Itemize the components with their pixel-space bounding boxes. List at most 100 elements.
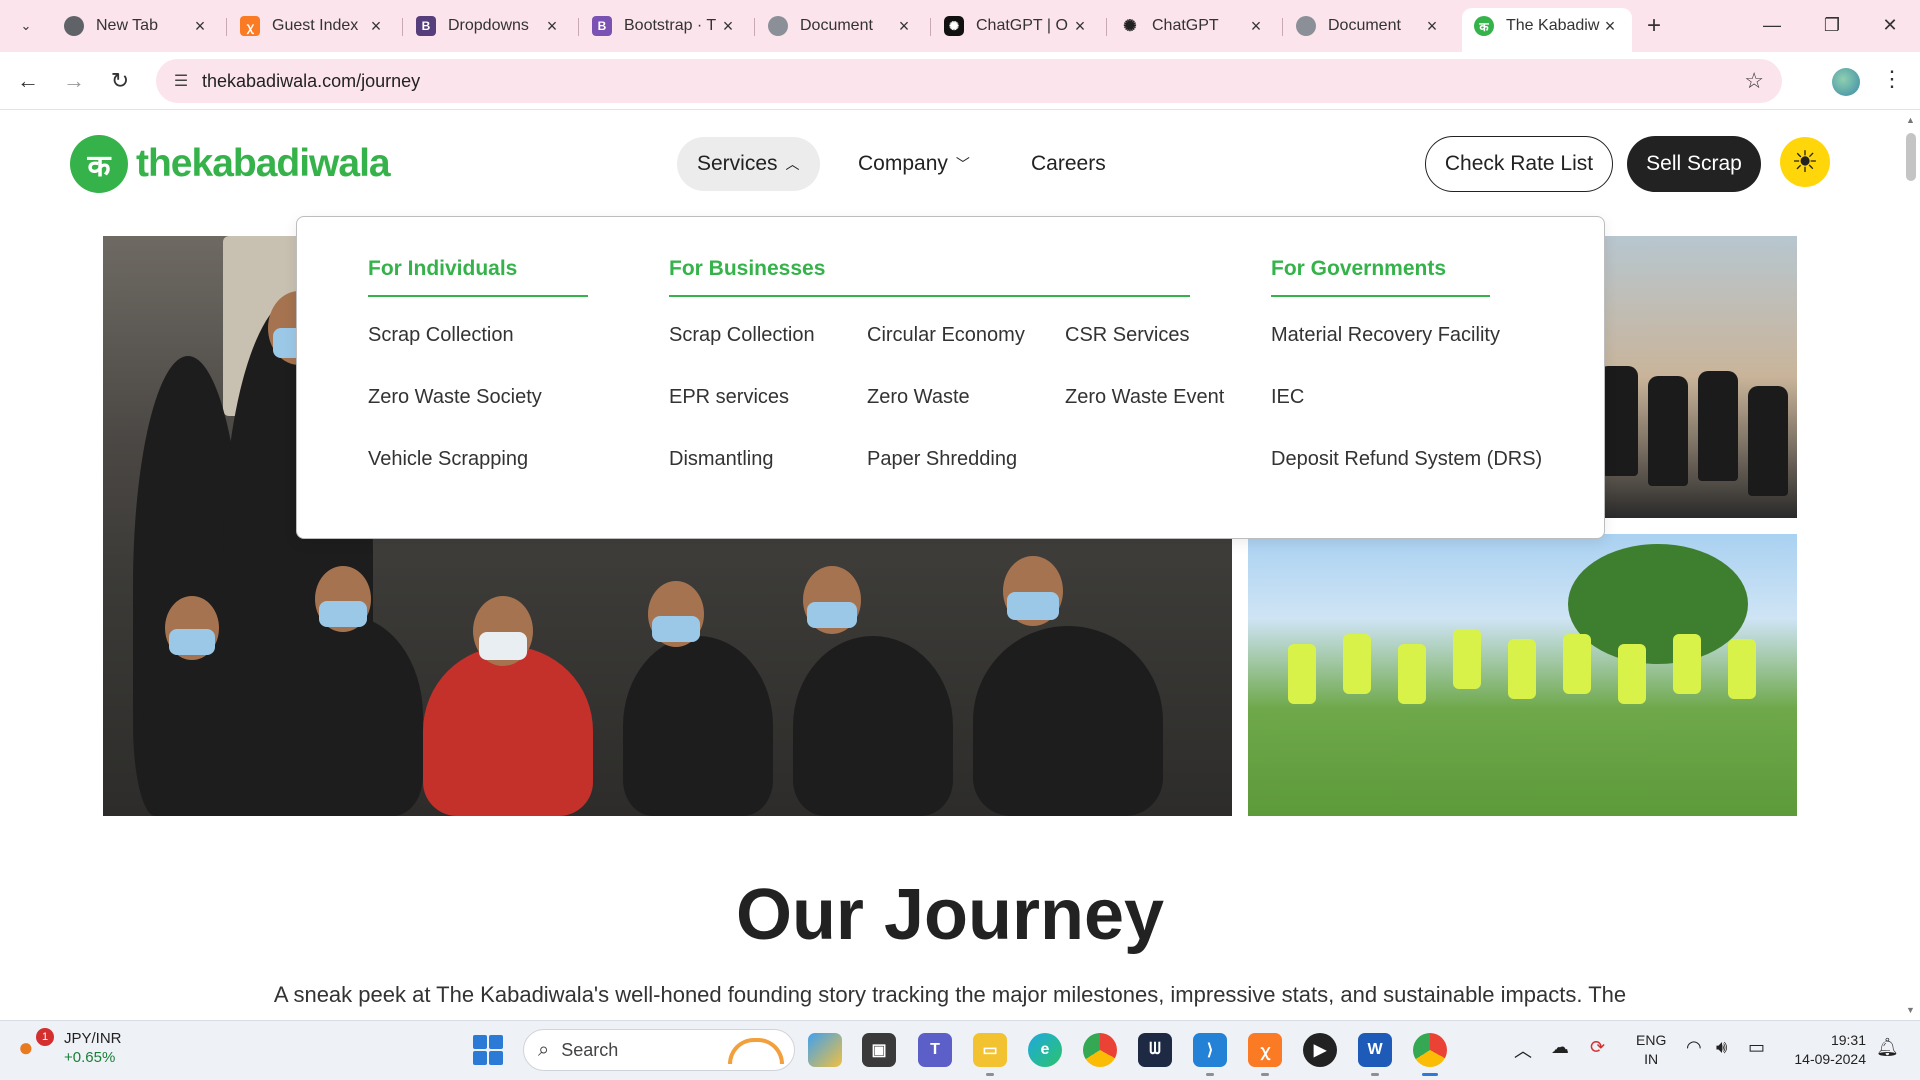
tab-document[interactable]: Document × [756,8,926,44]
chatgpt-icon: ✺ [944,16,964,36]
close-icon[interactable]: × [190,16,210,37]
sync-icon[interactable]: ⟳ [1590,1037,1605,1058]
tab-search-button[interactable]: ⌄ [12,12,40,40]
tab-guest-index[interactable]: ꭓ Guest Index × [228,8,398,44]
scroll-up-arrow-icon[interactable]: ▲ [1906,115,1915,125]
tab-separator [754,18,755,36]
language-indicator[interactable]: ENG IN [1636,1031,1666,1069]
vest-shape [1398,644,1426,704]
mask-shape [1007,592,1059,620]
battery-icon[interactable]: ▭ [1748,1037,1765,1058]
menu-item[interactable]: CSR Services [1065,324,1189,347]
nav-company-label: Company [858,152,948,175]
close-icon[interactable]: × [1070,16,1090,37]
close-window-button[interactable]: ✕ [1872,10,1908,40]
tab-chatgpt[interactable]: ✺ ChatGPT × [1108,8,1278,44]
edge-icon[interactable]: e [1028,1033,1062,1067]
bookmark-star-icon[interactable]: ☆ [1744,68,1764,94]
nav-services[interactable]: Services ︿ [677,137,820,191]
menu-item[interactable]: Zero Waste Event [1065,386,1224,409]
tab-document-2[interactable]: Document × [1284,8,1454,44]
mask-shape [169,629,215,655]
close-icon[interactable]: × [894,16,914,37]
menu-item[interactable]: Material Recovery Facility [1271,324,1500,347]
back-button[interactable]: ← [12,65,44,97]
new-tab-button[interactable]: + [1640,12,1668,40]
menu-item[interactable]: Vehicle Scrapping [368,448,528,471]
close-icon[interactable]: × [1246,16,1266,37]
menu-item[interactable]: EPR services [669,386,789,409]
media-player-icon[interactable]: ▶ [1303,1033,1337,1067]
browser-menu-button[interactable]: ⋮ [1880,66,1904,98]
start-button[interactable] [473,1035,503,1065]
menu-item[interactable]: Zero Waste Society [368,386,542,409]
tab-dropdowns[interactable]: B Dropdowns × [404,8,574,44]
forward-button[interactable]: → [58,65,90,97]
xampp-icon[interactable]: ꭓ [1248,1033,1282,1076]
chrome-active-icon[interactable] [1413,1033,1447,1076]
nav-careers[interactable]: Careers [1011,137,1126,191]
taskbar-search[interactable]: ⌕ Search [523,1029,795,1071]
vest-shape [1288,644,1316,704]
scroll-down-arrow-icon[interactable]: ▼ [1906,1005,1915,1015]
file-explorer-icon[interactable]: ▭ [973,1033,1007,1076]
menu-item[interactable]: Zero Waste [867,386,970,409]
menu-item[interactable]: Circular Economy [867,324,1025,347]
globe-icon [1296,16,1316,36]
windows-logo-icon-part [489,1035,503,1049]
teams-icon[interactable]: T [918,1033,952,1067]
sun-icon: ☀ [1791,145,1819,179]
mask-shape [479,632,527,660]
menu-item[interactable]: IEC [1271,386,1304,409]
menu-item[interactable]: Scrap Collection [669,324,815,347]
vscode-icon[interactable]: ⟩ [1193,1033,1227,1076]
close-icon[interactable]: × [366,16,386,37]
reload-button[interactable]: ↻ [104,65,136,97]
close-icon[interactable]: × [718,16,738,37]
for-businesses-heading: For Businesses [669,257,1190,297]
tab-chatgpt-o[interactable]: ✺ ChatGPT | O × [932,8,1102,44]
onedrive-offline-icon[interactable]: ☁ [1551,1037,1569,1058]
menu-item[interactable]: Deposit Refund System (DRS) [1271,448,1542,471]
profile-avatar[interactable] [1832,68,1860,96]
page-scrollbar[interactable]: ▲ ▼ [1902,111,1920,1019]
tab-kabadiwala[interactable]: क The Kabadiw × [1462,8,1632,52]
region-code: IN [1644,1051,1659,1067]
chrome-icon[interactable] [1083,1033,1117,1067]
word-icon[interactable]: W [1358,1033,1392,1076]
widgets-button[interactable]: ● 1 JPY/INR +0.65% [18,1028,122,1067]
app-icon[interactable]: ᗯ [1138,1033,1172,1067]
vest-shape [1563,634,1591,694]
nav-company[interactable]: Company ﹀ [838,137,990,191]
clock[interactable]: 19:31 14-09-2024 [1786,1031,1866,1069]
address-bar[interactable]: ☰ thekabadiwala.com/journey ☆ [156,59,1782,103]
menu-item[interactable]: Scrap Collection [368,324,514,347]
tab-new-tab[interactable]: New Tab × [52,8,222,44]
nav-careers-label: Careers [1031,152,1106,175]
restore-button[interactable]: ❐ [1814,10,1850,40]
site-settings-icon[interactable]: ☰ [170,70,192,92]
chevron-up-icon[interactable]: ︿ [1514,1037,1532,1063]
minimize-button[interactable]: — [1754,10,1790,40]
check-rate-list-button[interactable]: Check Rate List [1425,136,1613,192]
copilot-icon[interactable] [808,1033,842,1067]
close-icon[interactable]: × [1600,16,1620,37]
xampp-icon: ꭓ [240,16,260,36]
site-logo[interactable]: क thekabadiwala [70,135,391,193]
menu-item[interactable]: Paper Shredding [867,448,1017,471]
chatgpt-icon: ✺ [1123,18,1137,35]
scrollbar-thumb[interactable] [1906,133,1916,181]
url-text[interactable]: thekabadiwala.com/journey [202,71,420,92]
close-icon[interactable]: × [1422,16,1442,37]
task-view-icon[interactable]: ▣ [862,1033,896,1067]
sell-scrap-button[interactable]: Sell Scrap [1627,136,1761,192]
tab-bootstrap[interactable]: B Bootstrap · T × [580,8,750,44]
menu-item[interactable]: Dismantling [669,448,773,471]
wifi-icon[interactable]: ◠ [1686,1037,1702,1058]
mask-shape [807,602,857,628]
volume-icon[interactable]: 🔊︎ [1716,1037,1727,1058]
notification-bell-icon[interactable]: 🔔︎ [1876,1037,1899,1058]
close-icon[interactable]: × [542,16,562,37]
chrome-icon [64,16,84,36]
theme-toggle-button[interactable]: ☀ [1780,137,1830,187]
